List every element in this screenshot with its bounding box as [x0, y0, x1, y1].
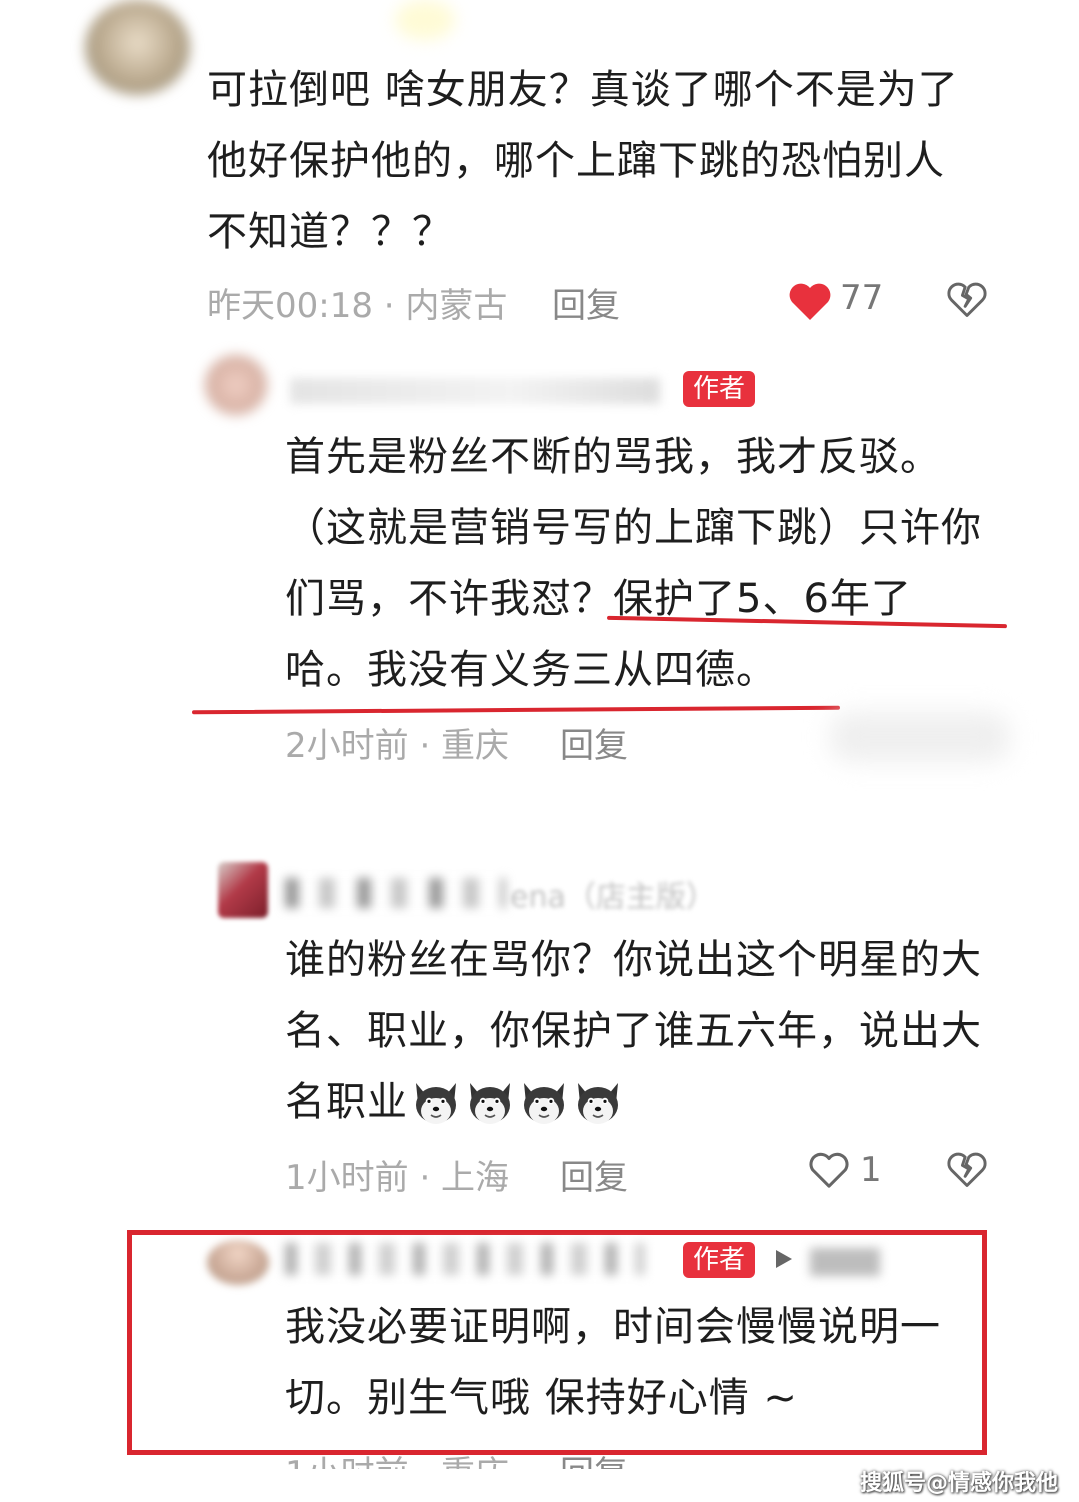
username-fragment: ena（店主版）: [510, 880, 716, 915]
comment-meta: 2小时前 · 重庆: [285, 726, 510, 766]
comment-line: 切。别生气哦 保持好心情 ~: [285, 1375, 798, 1421]
reply-button[interactable]: 回复: [560, 1150, 628, 1199]
avatar[interactable]: [218, 862, 268, 918]
comment-line: 谁的粉丝在骂你？你说出这个明星的大: [285, 937, 982, 983]
reply-button[interactable]: 回复: [560, 1446, 628, 1469]
husky-dog-face-icon: [416, 1082, 456, 1124]
comment-meta: 昨天00:18 · 内蒙古: [207, 286, 508, 326]
like-count: 1: [860, 1150, 882, 1190]
broken-heart-icon[interactable]: [945, 1148, 989, 1190]
comment-meta: 1小时前 · 上海: [285, 1158, 510, 1198]
comment-line: 我没必要证明啊，时间会慢慢说明一: [285, 1304, 941, 1350]
username[interactable]: [285, 1243, 645, 1275]
highlight-underline: [191, 705, 841, 715]
comment-line: 可拉倒吧 啥女朋友？真谈了哪个不是为了: [207, 67, 959, 113]
heart-filled-icon[interactable]: [786, 278, 834, 322]
comment-line: 不知道？？？: [207, 209, 453, 255]
blurred-actions: [830, 712, 1010, 762]
husky-dog-face-icon: [578, 1082, 618, 1124]
play-icon: [776, 1250, 792, 1268]
comment-line: 名职业: [285, 1067, 1025, 1138]
emoji-row: [410, 1079, 624, 1127]
comment-line: 名、职业，你保护了谁五六年，说出大: [285, 1008, 982, 1054]
reply-button[interactable]: 回复: [560, 718, 628, 767]
like-count: 77: [840, 278, 884, 318]
comment-text: 我没必要证明啊，时间会慢慢说明一 切。别生气哦 保持好心情 ~: [285, 1292, 975, 1434]
username[interactable]: [285, 878, 505, 908]
heart-outline-icon[interactable]: [806, 1148, 852, 1190]
husky-dog-face-icon: [470, 1082, 510, 1124]
comment-text: 可拉倒吧 啥女朋友？真谈了哪个不是为了 他好保护他的，哪个上蹿下跳的恐怕别人 不…: [207, 55, 1027, 268]
comment-meta: 1小时前 · 重庆: [285, 1454, 510, 1494]
avatar[interactable]: [205, 355, 267, 415]
broken-heart-icon[interactable]: [945, 278, 989, 320]
comment-line: （这就是营销号写的上蹿下跳）只许你: [285, 505, 982, 551]
comment-line: 首先是粉丝不断的骂我，我才反驳。: [285, 434, 941, 480]
reply-button[interactable]: 回复: [552, 278, 620, 327]
comment-line: 他好保护他的，哪个上蹿下跳的恐怕别人: [207, 138, 945, 184]
avatar[interactable]: [85, 0, 190, 95]
username-suffix: [810, 1248, 880, 1276]
comment-line-text: 名职业: [285, 1079, 408, 1125]
avatar[interactable]: [207, 1240, 269, 1285]
comment-text: 首先是粉丝不断的骂我，我才反驳。 （这就是营销号写的上蹿下跳）只许你 们骂，不许…: [285, 422, 1025, 706]
husky-dog-face-icon: [524, 1082, 564, 1124]
comment-line: 哈。我没有义务三从四德。: [285, 647, 777, 693]
decorative-glow: [395, 0, 455, 40]
author-badge: 作者: [683, 1242, 756, 1278]
comment-text: 谁的粉丝在骂你？你说出这个明星的大 名、职业，你保护了谁五六年，说出大 名职业: [285, 925, 1025, 1138]
watermark: 搜狐号@情感你我他: [860, 1471, 1059, 1496]
author-badge: 作者: [683, 371, 756, 407]
username[interactable]: [290, 378, 660, 404]
